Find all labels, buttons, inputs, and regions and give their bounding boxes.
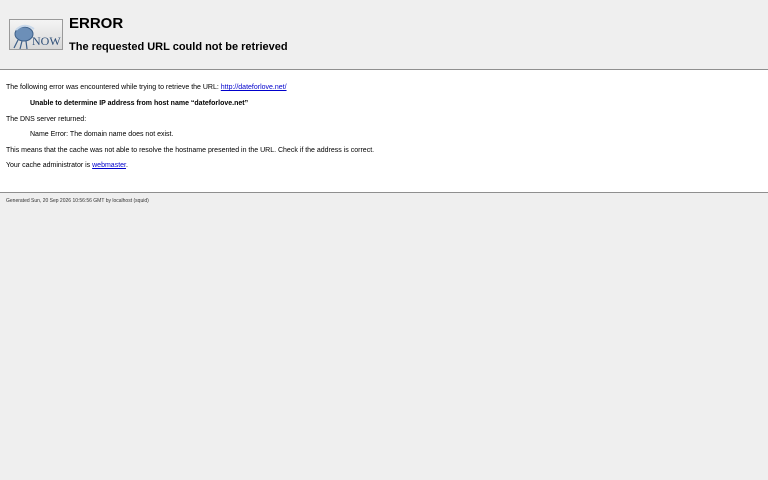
error-detail: Unable to determine IP address from host…	[30, 100, 249, 107]
squid-logo: NOW	[9, 19, 63, 50]
admin-text: Your cache administrator is	[6, 162, 93, 169]
dns-message: Name Error: The domain name does not exi…	[30, 131, 174, 138]
error-header: NOW ERROR The requested URL could not be…	[0, 0, 768, 70]
dns-intro: The DNS server returned:	[6, 116, 87, 123]
url-link[interactable]: http://dateforlove.net/	[221, 84, 287, 91]
page-title: ERROR	[69, 15, 124, 32]
admin-paragraph: Your cache administrator is webmaster.	[6, 161, 128, 171]
explanation-text: This means that the cache was not able t…	[6, 147, 375, 154]
intro-paragraph: The following error was encountered whil…	[6, 83, 287, 93]
webmaster-link[interactable]: webmaster	[92, 162, 126, 169]
logo-text: NOW	[32, 34, 61, 48]
logo-graphic: NOW	[13, 24, 61, 49]
intro-text: The following error was encountered whil…	[6, 84, 221, 91]
error-content: The following error was encountered whil…	[0, 70, 768, 193]
admin-suffix: .	[125, 162, 128, 169]
generated-footer: Generated Sun, 20 Sep 2026 10:56:56 GMT …	[6, 198, 149, 204]
page-subtitle: The requested URL could not be retrieved	[69, 41, 288, 53]
